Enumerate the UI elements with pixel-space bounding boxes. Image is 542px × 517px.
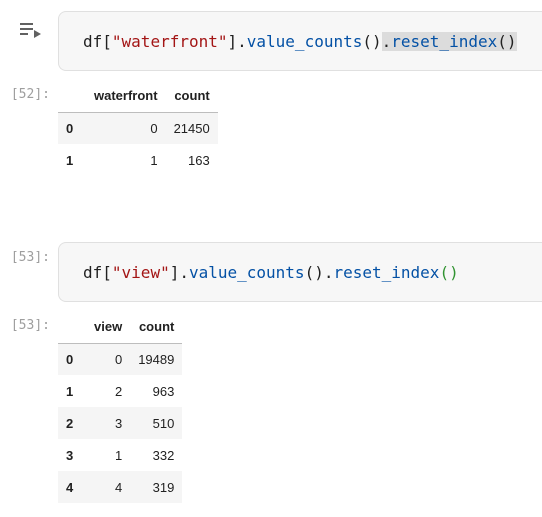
cell-view: 3 <box>114 415 123 431</box>
row-index: 1 <box>66 383 74 399</box>
table-row: 2 3 510 <box>58 407 183 439</box>
cell-view: 2 <box>114 383 123 399</box>
row-index: 1 <box>66 152 74 168</box>
table-row: 1 2 963 <box>58 375 182 407</box>
cell-count: 319 <box>152 479 175 495</box>
cell-view: 4 <box>114 479 123 495</box>
row-index: 4 <box>66 479 74 495</box>
cell-waterfront: 1 <box>150 152 158 168</box>
run-cell-icon[interactable] <box>20 22 42 40</box>
input-prompt-53: [53]: <box>10 250 50 265</box>
output-prompt-53: [53]: <box>10 318 50 333</box>
code-cell-52[interactable]: df["waterfront"].value_counts().reset_in… <box>58 11 542 71</box>
row-index: 2 <box>66 415 74 431</box>
table-row: 0 0 19489 <box>58 343 183 375</box>
table-row: 3 1 332 <box>58 439 182 471</box>
column-header-count: count <box>130 311 183 344</box>
cell-count: 510 <box>152 415 175 431</box>
code-line[interactable]: df["view"].value_counts().reset_index() <box>83 262 459 284</box>
output-prompt-52: [52]: <box>10 87 50 102</box>
cell-count: 963 <box>152 383 175 399</box>
cell-view: 0 <box>114 351 123 367</box>
cell-count: 21450 <box>173 120 210 136</box>
table-row: 1 1 163 <box>58 144 218 176</box>
column-header-waterfront: waterfront <box>86 80 166 113</box>
cell-count: 19489 <box>138 351 175 367</box>
table-row: 0 0 21450 <box>58 112 218 144</box>
column-header-index <box>58 311 86 344</box>
row-index: 0 <box>66 351 74 367</box>
table-header-row: waterfront count <box>58 80 218 113</box>
selected-text: .reset_index() <box>381 32 517 51</box>
column-header-index <box>58 80 86 113</box>
cell-count: 163 <box>188 152 210 168</box>
table-header-row: view count <box>58 311 183 344</box>
cell-waterfront: 0 <box>150 120 158 136</box>
table-row: 4 4 319 <box>58 471 183 503</box>
output-table-52: waterfront count 0 0 21450 1 1 163 <box>58 80 218 176</box>
code-line[interactable]: df["waterfront"].value_counts().reset_in… <box>83 31 517 53</box>
output-table-53: view count 0 0 19489 1 2 963 2 3 510 3 1… <box>58 311 183 503</box>
cell-count: 332 <box>152 447 175 463</box>
cell-view: 1 <box>114 447 123 463</box>
code-cell-53[interactable]: df["view"].value_counts().reset_index() <box>58 242 542 302</box>
row-index: 3 <box>66 447 74 463</box>
column-header-count: count <box>165 80 218 113</box>
row-index: 0 <box>66 120 74 136</box>
column-header-view: view <box>86 311 131 344</box>
